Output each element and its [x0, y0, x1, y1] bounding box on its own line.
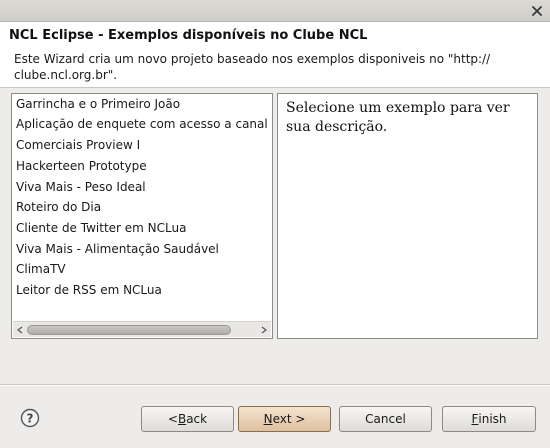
close-icon[interactable]: [528, 2, 546, 20]
description-panel: Selecione um exemplo para ver sua descri…: [277, 93, 538, 339]
wizard-description: Este Wizard cria um novo projeto baseado…: [14, 52, 491, 82]
scrollbar-thumb[interactable]: [27, 325, 231, 335]
wizard-title: NCL Eclipse - Exemplos disponíveis no Cl…: [9, 28, 368, 43]
horizontal-scrollbar[interactable]: [13, 321, 271, 337]
separator: [0, 384, 550, 386]
finish-button[interactable]: Finish: [442, 406, 536, 432]
window-titlebar: [0, 0, 550, 22]
list-item[interactable]: Cliente de Twitter em NCLua: [16, 219, 186, 237]
description-text: Selecione um exemplo para ver sua descri…: [286, 100, 510, 135]
next-button[interactable]: Next >: [238, 406, 331, 432]
svg-text:?: ?: [27, 412, 34, 426]
list-item[interactable]: Roteiro do Dia: [16, 198, 101, 216]
list-item[interactable]: Garrincha e o Primeiro João: [16, 95, 180, 113]
wizard-header: NCL Eclipse - Exemplos disponíveis no Cl…: [0, 22, 550, 88]
scroll-right-icon[interactable]: [257, 322, 271, 337]
list-item[interactable]: ClimaTV: [16, 260, 66, 278]
list-item[interactable]: Leitor de RSS em NCLua: [16, 281, 162, 299]
cancel-button[interactable]: Cancel: [339, 406, 432, 432]
list-item[interactable]: Comerciais Proview I: [16, 136, 140, 154]
back-button[interactable]: < Back: [141, 406, 234, 432]
list-item[interactable]: Hackerteen Prototype: [16, 157, 147, 175]
examples-list[interactable]: Garrincha e o Primeiro João Aplicação de…: [11, 93, 273, 339]
list-item[interactable]: Viva Mais - Alimentação Saudável: [16, 240, 219, 258]
help-icon[interactable]: ?: [19, 407, 41, 429]
scroll-left-icon[interactable]: [13, 322, 27, 337]
list-item[interactable]: Viva Mais - Peso Ideal: [16, 178, 146, 196]
list-item[interactable]: Aplicação de enquete com acesso a canal …: [16, 115, 272, 133]
